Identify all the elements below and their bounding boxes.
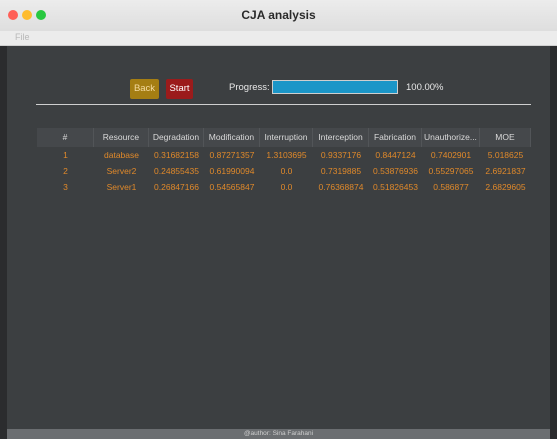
cell-interception: 0.7319885	[320, 166, 362, 176]
table-row[interactable]: 2 Server2 0.24855435 0.61990094 0.0 0.73…	[37, 163, 531, 179]
footer-author: @author: Sina Farahani	[7, 429, 550, 439]
progress-bar-fill	[273, 81, 397, 93]
cell-index: 2	[63, 166, 68, 176]
cell-unauthorized: 0.55297065	[428, 166, 474, 176]
table-row[interactable]: 3 Server1 0.26847166 0.54565847 0.0 0.76…	[37, 179, 531, 195]
cell-degradation: 0.26847166	[154, 182, 199, 192]
cell-unauthorized: 0.586877	[433, 182, 469, 192]
progress-label: Progress:	[229, 82, 270, 93]
cell-modification: 0.87271357	[209, 150, 255, 160]
cell-fabrication: 0.51826453	[373, 182, 418, 192]
app-window: CJA analysis File Back Start Progress: 1…	[0, 0, 557, 439]
cell-degradation: 0.24855435	[154, 166, 199, 176]
column-header-interception[interactable]: Interception	[313, 128, 369, 147]
column-header-index[interactable]: #	[37, 128, 94, 147]
cell-moe: 5.018625	[487, 150, 524, 160]
column-header-fabrication[interactable]: Fabrication	[369, 128, 422, 147]
table-header: # Resource Degradation Modification Inte…	[37, 128, 532, 147]
cell-moe: 2.6829605	[485, 182, 526, 192]
menu-bar: File	[0, 31, 557, 46]
cell-index: 1	[63, 150, 68, 160]
cell-degradation: 0.31682158	[154, 150, 199, 160]
table-row[interactable]: 1 database 0.31682158 0.87271357 1.31036…	[37, 147, 531, 163]
table-empty-area	[37, 195, 531, 385]
cell-fabrication: 0.53876936	[373, 166, 418, 176]
cell-interruption: 1.3103695	[266, 150, 307, 160]
divider	[36, 104, 531, 105]
cell-moe: 2.6921837	[485, 166, 526, 176]
cell-resource: Server1	[106, 182, 137, 192]
cell-interruption: 0.0	[280, 166, 293, 176]
progress-percent: 100.00%	[406, 82, 444, 93]
cell-resource: database	[104, 150, 139, 160]
column-header-unauthorized[interactable]: Unauthorize...	[422, 128, 480, 147]
cell-interruption: 0.0	[280, 182, 293, 192]
cell-modification: 0.54565847	[209, 182, 255, 192]
cell-index: 3	[63, 182, 68, 192]
cell-modification: 0.61990094	[209, 166, 255, 176]
cell-interception: 0.76368874	[318, 182, 364, 192]
column-header-interruption[interactable]: Interruption	[260, 128, 313, 147]
progress-bar	[272, 80, 398, 94]
column-header-moe[interactable]: MOE	[480, 128, 532, 147]
column-header-degradation[interactable]: Degradation	[149, 128, 204, 147]
cell-unauthorized: 0.7402901	[430, 150, 472, 160]
column-header-modification[interactable]: Modification	[204, 128, 260, 147]
back-button[interactable]: Back	[130, 79, 159, 99]
menu-file[interactable]: File	[15, 32, 30, 42]
window-title: CJA analysis	[241, 8, 316, 22]
cell-interception: 0.9337176	[320, 150, 362, 160]
cell-resource: Server2	[106, 166, 137, 176]
start-button[interactable]: Start	[166, 79, 193, 99]
title-bar: CJA analysis	[0, 0, 557, 32]
results-table: # Resource Degradation Modification Inte…	[37, 128, 532, 195]
cell-fabrication: 0.8447124	[375, 150, 416, 160]
column-header-resource[interactable]: Resource	[94, 128, 149, 147]
